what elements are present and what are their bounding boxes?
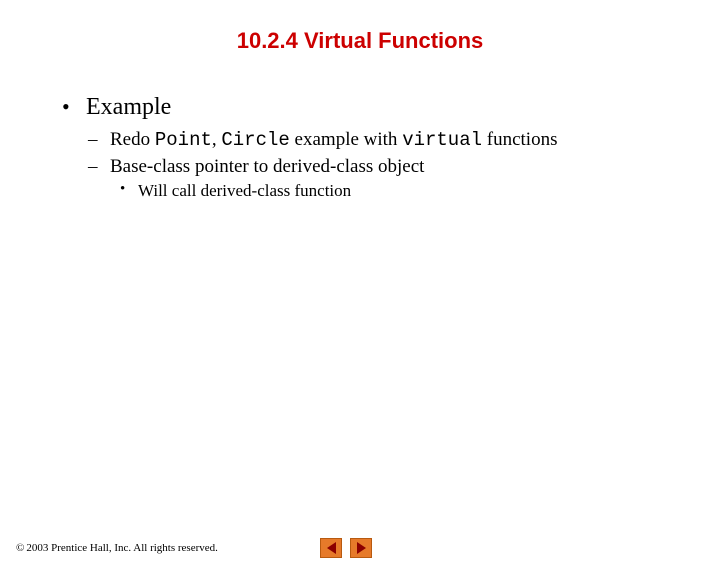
text-segment: functions bbox=[482, 129, 557, 150]
copyright-text: 2003 Prentice Hall, Inc. All rights rese… bbox=[26, 542, 218, 554]
bullet-level-2-redo: Redo Point, Circle example with virtual … bbox=[88, 127, 680, 154]
code-point: Point bbox=[155, 129, 212, 151]
slide-content: Example Redo Point, Circle example with … bbox=[0, 94, 720, 203]
level-2-group: Redo Point, Circle example with virtual … bbox=[58, 127, 680, 203]
copyright-symbol: © bbox=[16, 542, 24, 554]
copyright-footer: © 2003 Prentice Hall, Inc. All rights re… bbox=[16, 542, 218, 554]
text-segment: Redo bbox=[110, 129, 155, 150]
level-3-group: Will call derived-class function bbox=[88, 179, 680, 203]
triangle-right-icon bbox=[357, 542, 366, 554]
code-virtual: virtual bbox=[402, 129, 482, 151]
text-segment: example with bbox=[290, 129, 402, 150]
code-circle: Circle bbox=[221, 129, 289, 151]
slide-nav bbox=[320, 538, 372, 558]
next-slide-button[interactable] bbox=[350, 538, 372, 558]
slide-title: 10.2.4 Virtual Functions bbox=[0, 28, 720, 54]
text-segment: , bbox=[212, 129, 222, 150]
prev-slide-button[interactable] bbox=[320, 538, 342, 558]
triangle-left-icon bbox=[327, 542, 336, 554]
bullet-level-1: Example bbox=[58, 94, 680, 121]
bullet-level-3: Will call derived-class function bbox=[120, 179, 680, 203]
bullet-level-2-baseclass: Base-class pointer to derived-class obje… bbox=[88, 154, 680, 180]
